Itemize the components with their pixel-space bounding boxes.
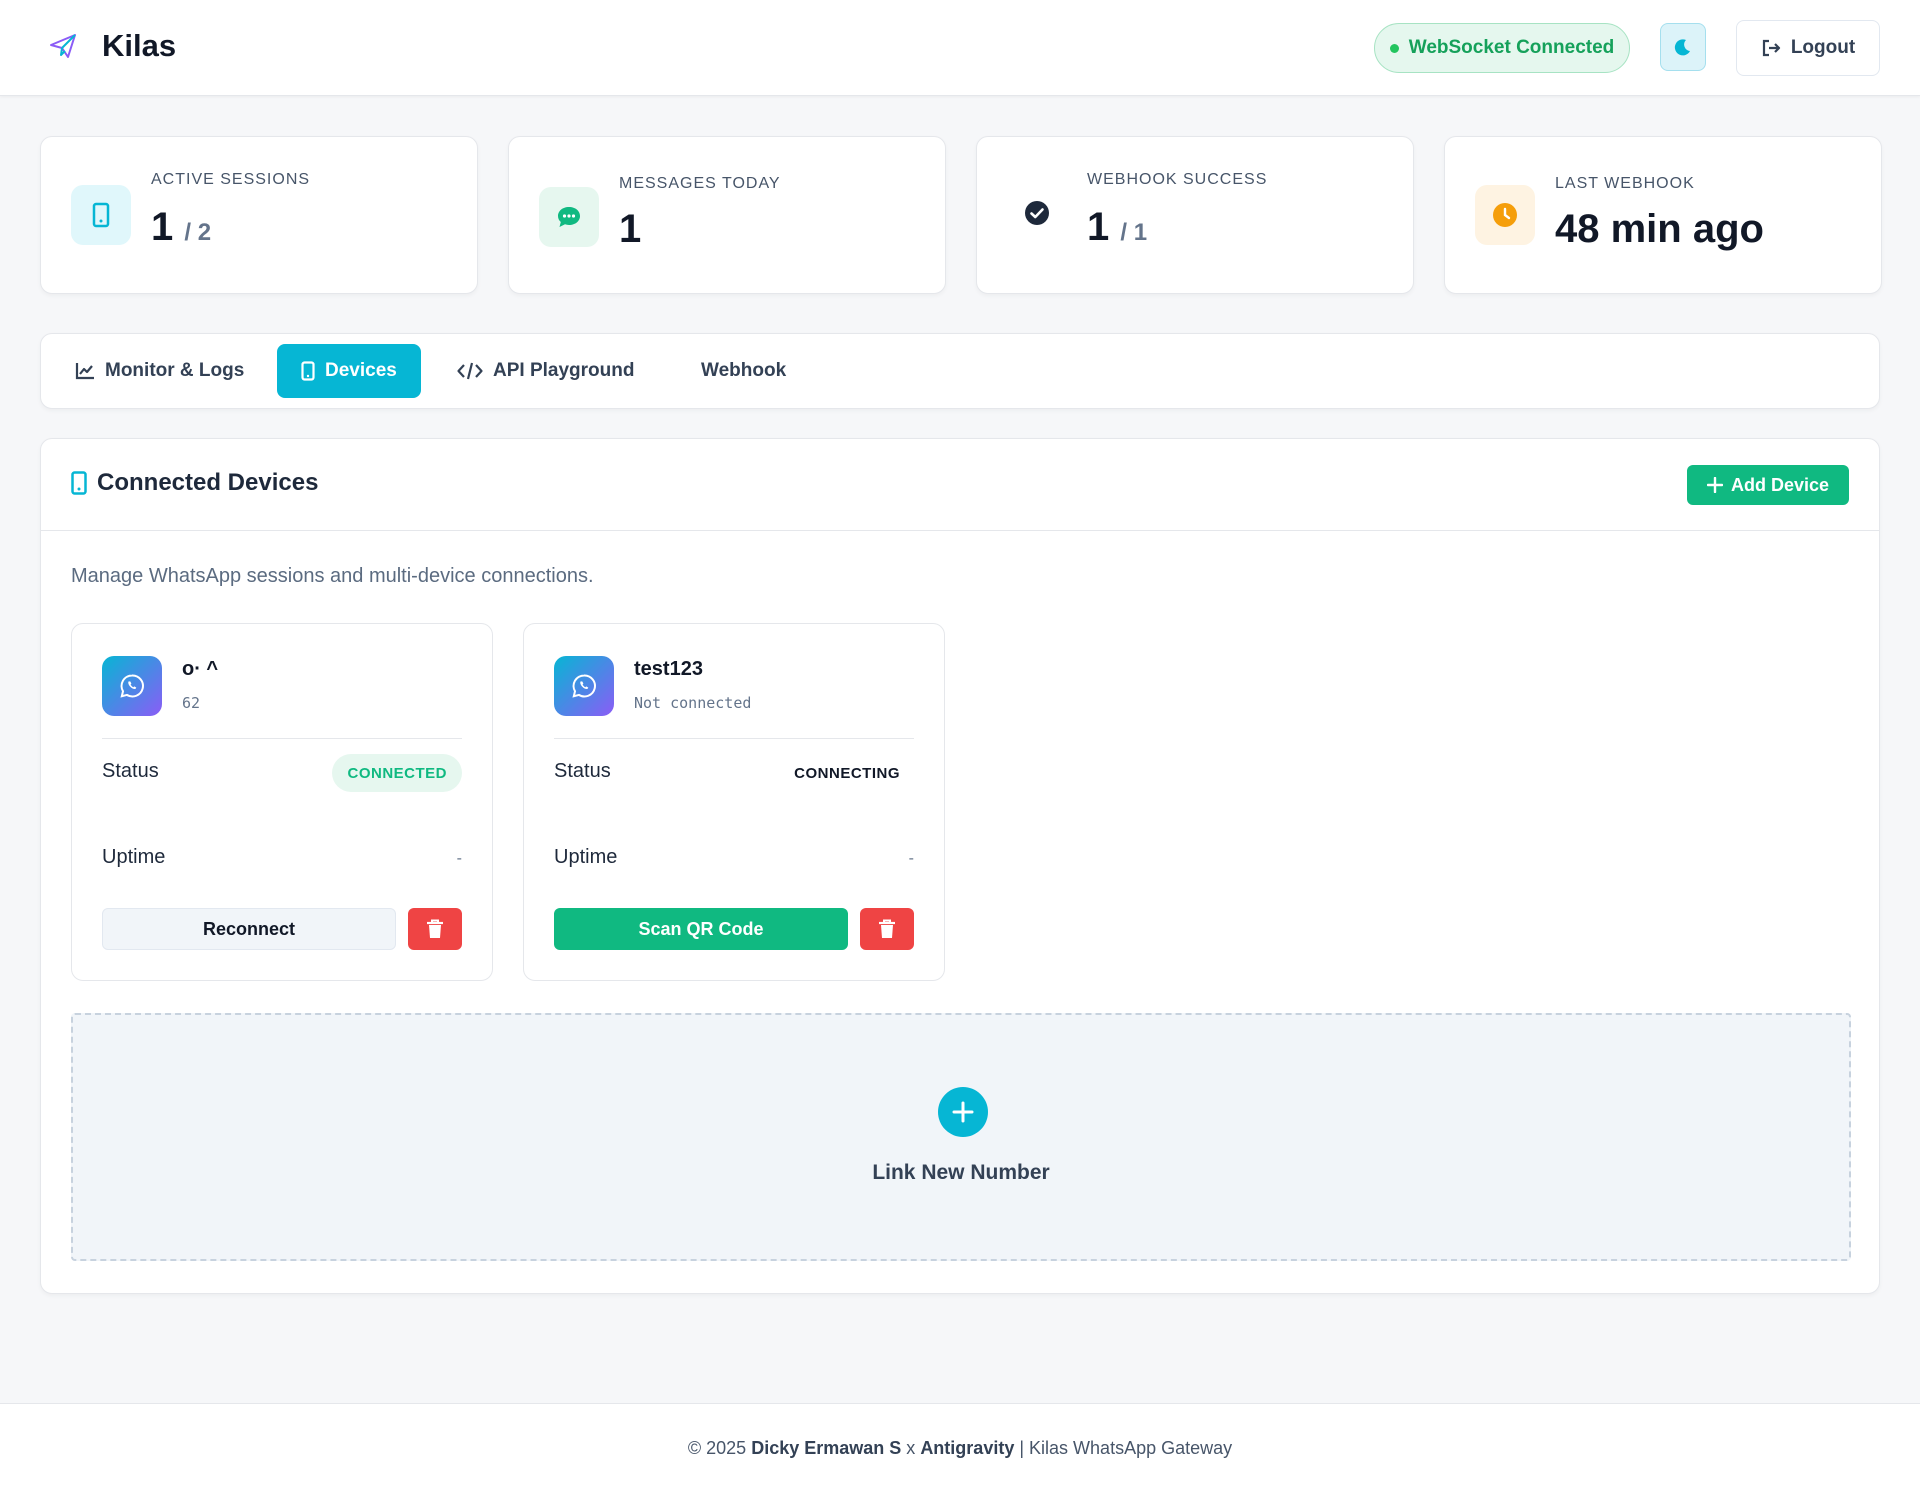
stat-card-messages-today: MESSAGES TODAY 1 — [508, 136, 946, 294]
phone-icon — [71, 185, 131, 245]
footer-copyright: © 2025 — [687, 1437, 747, 1458]
brand[interactable]: Kilas — [48, 28, 176, 64]
status-badge: CONNECTING — [794, 764, 900, 782]
panel-title: Connected Devices — [71, 469, 318, 497]
link-new-number-card[interactable]: Link New Number — [71, 1013, 1851, 1261]
device-number: Not connected — [634, 694, 752, 712]
theme-toggle-button[interactable] — [1660, 23, 1706, 71]
divider — [554, 738, 914, 739]
tab-bar: Monitor & Logs Devices API Playground We… — [40, 333, 1880, 409]
divider — [102, 738, 462, 739]
plus-icon — [1706, 477, 1723, 493]
panel-description: Manage WhatsApp sessions and multi-devic… — [71, 565, 594, 587]
uptime-value: - — [908, 850, 914, 867]
tab-label: Webhook — [701, 360, 787, 381]
panel-title-text: Connected Devices — [97, 469, 319, 496]
uptime-label: Uptime — [554, 846, 618, 868]
footer-author: Dicky Ermawan S — [751, 1437, 902, 1458]
phone-icon — [71, 471, 87, 495]
add-device-label: Add Device — [1730, 474, 1830, 495]
device-card: test123 Not connected Status CONNECTING … — [523, 623, 945, 981]
plus-icon — [938, 1087, 988, 1137]
uptime-value: - — [456, 850, 462, 867]
footer: © 2025 Dicky Ermawan S x Antigravity | K… — [0, 1403, 1920, 1492]
paper-plane-icon — [48, 31, 78, 61]
footer-partner: Antigravity — [920, 1437, 1015, 1458]
websocket-status-badge: WebSocket Connected — [1374, 23, 1630, 73]
uptime-label: Uptime — [102, 846, 166, 868]
tab-label: Devices — [325, 360, 397, 381]
whatsapp-icon — [102, 656, 162, 716]
stat-label: WEBHOOK SUCCESS — [1087, 171, 1268, 188]
device-number: 62 — [182, 694, 201, 712]
tab-label: API Playground — [493, 360, 635, 381]
top-header: Kilas WebSocket Connected Logout — [0, 0, 1920, 96]
stat-value: 1 / 1 — [1087, 205, 1148, 249]
tab-label: Monitor & Logs — [105, 360, 245, 381]
phone-icon — [301, 361, 315, 381]
stat-value: 48 min ago — [1555, 207, 1764, 251]
stat-value: 1 / 2 — [151, 205, 212, 249]
tab-monitor-logs[interactable]: Monitor & Logs — [51, 344, 268, 398]
status-label: Status — [102, 760, 159, 782]
code-icon — [457, 362, 483, 380]
add-device-button[interactable]: Add Device — [1687, 465, 1849, 505]
status-label: Status — [554, 760, 611, 782]
footer-x: x — [906, 1437, 916, 1458]
whatsapp-icon — [554, 656, 614, 716]
device-name: test123 — [634, 658, 703, 680]
moon-icon — [1674, 39, 1690, 56]
logout-label: Logout — [1790, 37, 1856, 58]
brand-name: Kilas — [102, 28, 177, 63]
tab-api-playground[interactable]: API Playground — [433, 344, 658, 398]
logout-button[interactable]: Logout — [1736, 20, 1880, 76]
tab-webhook[interactable]: Webhook — [677, 344, 810, 398]
device-name: o· ^ — [182, 658, 219, 680]
trash-icon — [879, 919, 895, 938]
footer-suffix: | Kilas WhatsApp Gateway — [1019, 1437, 1233, 1458]
devices-panel: Connected Devices Add Device Manage What… — [40, 438, 1880, 1294]
panel-header: Connected Devices Add Device — [41, 439, 1879, 531]
tab-devices[interactable]: Devices — [277, 344, 421, 398]
stat-card-active-sessions: ACTIVE SESSIONS 1 / 2 — [40, 136, 478, 294]
delete-device-button[interactable] — [408, 908, 462, 950]
stat-value: 1 — [619, 207, 642, 251]
check-circle-icon — [1007, 183, 1067, 243]
device-card: o· ^ 62 Status CONNECTED Uptime - Reconn… — [71, 623, 493, 981]
stat-card-webhook-success: WEBHOOK SUCCESS 1 / 1 — [976, 136, 1414, 294]
stat-card-last-webhook: LAST WEBHOOK 48 min ago — [1444, 136, 1882, 294]
status-badge: CONNECTED — [332, 754, 462, 792]
chart-line-icon — [75, 363, 94, 380]
link-new-number-label: Link New Number — [872, 1161, 1050, 1184]
clock-icon — [1475, 185, 1535, 245]
reconnect-button[interactable]: Reconnect — [102, 908, 396, 950]
stat-label: MESSAGES TODAY — [619, 175, 781, 192]
chat-icon — [539, 187, 599, 247]
trash-icon — [427, 919, 443, 938]
status-dot-icon — [1389, 43, 1399, 53]
websocket-status-text: WebSocket Connected — [1408, 37, 1615, 58]
delete-device-button[interactable] — [860, 908, 914, 950]
scan-qr-button[interactable]: Scan QR Code — [554, 908, 848, 950]
logout-icon — [1762, 39, 1780, 57]
stat-label: ACTIVE SESSIONS — [151, 171, 311, 188]
stat-label: LAST WEBHOOK — [1555, 175, 1695, 192]
